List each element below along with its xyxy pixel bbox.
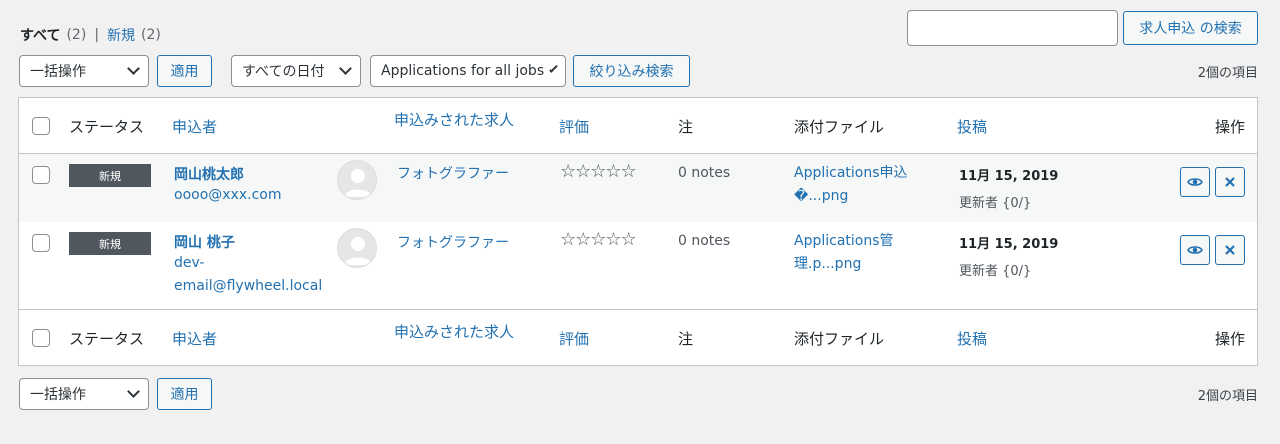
chevron-down-icon [127, 385, 140, 398]
column-actions: 操作 [1214, 118, 1245, 136]
column-notes: 注 [678, 118, 694, 136]
apply-button-bottom[interactable]: 適用 [157, 378, 212, 410]
status-badge: 新規 [69, 232, 151, 255]
applicant-info: 岡山桃太郎 oooo@xxx.com [174, 164, 324, 207]
chevron-down-icon [339, 62, 352, 75]
items-count: 2個の項目 [1197, 66, 1258, 81]
column-applicant[interactable]: 申込者 [172, 116, 217, 137]
apply-button[interactable]: 適用 [157, 55, 212, 87]
column-posted[interactable]: 投稿 [957, 116, 987, 137]
close-icon [1225, 245, 1235, 255]
table-footer-row: ステータス 申込者 申込みされた求人 評価 注 添付ファイル 投稿 操作 [19, 309, 1257, 365]
post-date: 11月 15, 2019 [959, 237, 1059, 252]
date-filter-select[interactable]: すべての日付 [231, 55, 361, 87]
select-all-checkbox[interactable] [32, 329, 50, 347]
filter-all-link[interactable]: すべて [20, 25, 60, 45]
table-row: 新規 岡山 桃子 dev- email@flywheel.local フォトグラ… [19, 222, 1257, 309]
column-status: ステータス [69, 118, 145, 136]
applicant-info: 岡山 桃子 dev- email@flywheel.local [174, 232, 334, 298]
view-button[interactable] [1180, 235, 1210, 265]
status-badge: 新規 [69, 164, 151, 187]
post-info: 11月 15, 2019 更新者 {0/} [959, 233, 1058, 279]
attachment-link[interactable]: Applications申込 �...png [794, 162, 934, 208]
status-filter-links: すべて (2) | 新規 (2) [20, 25, 161, 45]
column-posted[interactable]: 投稿 [957, 328, 987, 349]
filter-new-link[interactable]: 新規 [107, 25, 135, 45]
delete-button[interactable] [1215, 167, 1245, 197]
filter-all-count: (2) [66, 27, 87, 43]
filter-new-count: (2) [141, 27, 161, 43]
column-job[interactable]: 申込みされた求人 [394, 321, 514, 342]
row-checkbox[interactable] [32, 166, 50, 184]
column-attachment: 添付ファイル [794, 330, 885, 348]
table-row: 新規 岡山桃太郎 oooo@xxx.com フォトグラファー ☆☆☆☆☆ 0 n… [19, 154, 1257, 222]
view-button[interactable] [1180, 167, 1210, 197]
column-applicant[interactable]: 申込者 [172, 328, 217, 349]
column-actions: 操作 [1214, 330, 1245, 348]
delete-button[interactable] [1215, 235, 1245, 265]
bulk-actions-select-bottom[interactable]: 一括操作 [19, 378, 149, 410]
column-job[interactable]: 申込みされた求人 [394, 109, 514, 130]
filter-separator: | [94, 27, 100, 43]
applicant-name[interactable]: 岡山桃太郎 [174, 164, 324, 184]
job-filter-selected: Applications for all jobs [381, 63, 545, 79]
chevron-down-icon [127, 62, 140, 75]
attachment-name-line1[interactable]: Applications管 [794, 230, 934, 253]
notes-count: 0 notes [678, 165, 731, 181]
close-icon [1225, 177, 1235, 187]
chevron-down-icon [549, 64, 558, 73]
row-checkbox[interactable] [32, 234, 50, 252]
applicant-email[interactable]: dev- email@flywheel.local [174, 252, 334, 298]
date-filter-selected: すべての日付 [242, 64, 325, 80]
applicant-email[interactable]: oooo@xxx.com [174, 184, 324, 207]
applications-table: ステータス 申込者 申込みされた求人 評価 注 添付ファイル 投稿 操作 新規 … [18, 97, 1258, 366]
attachment-name-line2[interactable]: 理.p...png [794, 253, 934, 276]
star-rating[interactable]: ☆☆☆☆☆ [560, 161, 637, 182]
star-rating[interactable]: ☆☆☆☆☆ [560, 229, 637, 250]
eye-icon [1187, 246, 1203, 254]
eye-icon [1187, 178, 1203, 186]
job-link[interactable]: フォトグラファー [397, 163, 509, 183]
column-status: ステータス [69, 330, 145, 348]
post-info: 11月 15, 2019 更新者 {0/} [959, 165, 1058, 211]
attachment-name-line1[interactable]: Applications申込 [794, 162, 934, 185]
bulk-actions-selected: 一括操作 [30, 64, 86, 80]
job-link[interactable]: フォトグラファー [397, 232, 509, 252]
column-notes: 注 [678, 330, 694, 348]
updated-by: 更新者 {0/} [959, 196, 1032, 211]
job-filter-select[interactable]: Applications for all jobs [370, 55, 566, 87]
select-all-checkbox[interactable] [32, 117, 50, 135]
updated-by: 更新者 {0/} [959, 264, 1032, 279]
bulk-actions-selected: 一括操作 [30, 387, 86, 403]
column-attachment: 添付ファイル [794, 118, 885, 136]
search-input[interactable] [907, 10, 1118, 46]
attachment-link[interactable]: Applications管 理.p...png [794, 230, 934, 276]
column-rating[interactable]: 評価 [559, 328, 589, 349]
bulk-actions-select[interactable]: 一括操作 [19, 55, 149, 87]
user-avatar-icon [337, 228, 377, 268]
attachment-name-line2[interactable]: �...png [794, 185, 934, 208]
items-count-bottom: 2個の項目 [1197, 389, 1258, 404]
applicant-name[interactable]: 岡山 桃子 [174, 232, 334, 252]
column-rating[interactable]: 評価 [559, 116, 589, 137]
search-button[interactable]: 求人申込 の検索 [1123, 11, 1258, 45]
post-date: 11月 15, 2019 [959, 169, 1059, 184]
user-avatar-icon [337, 160, 377, 200]
table-header-row: ステータス 申込者 申込みされた求人 評価 注 添付ファイル 投稿 操作 [19, 98, 1257, 154]
filter-button[interactable]: 絞り込み検索 [573, 55, 690, 87]
notes-count: 0 notes [678, 233, 731, 249]
